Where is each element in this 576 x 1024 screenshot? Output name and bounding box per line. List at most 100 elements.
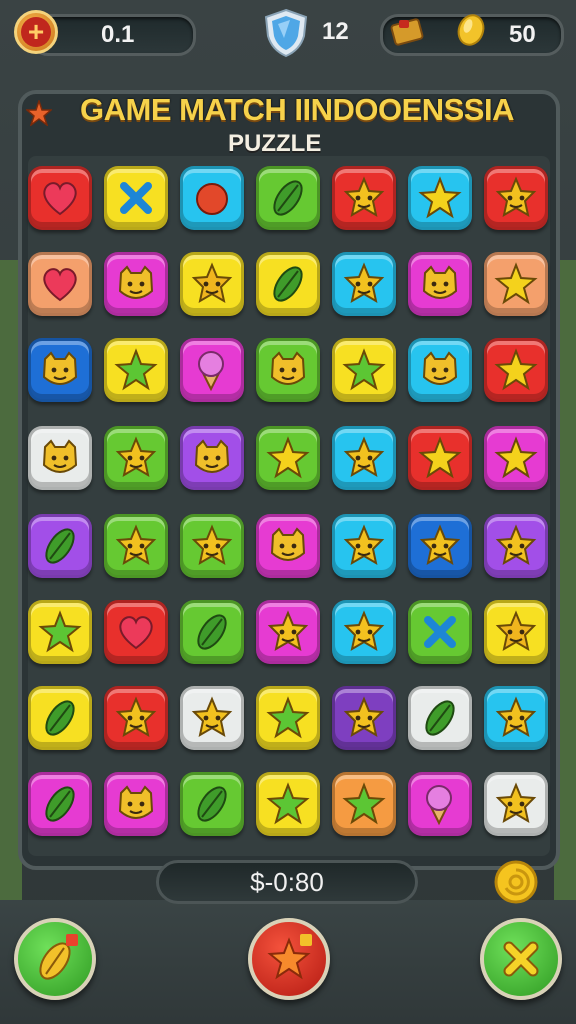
tile-leaf[interactable]	[256, 166, 320, 230]
star-face-icon	[341, 261, 387, 307]
star-icon	[265, 781, 311, 827]
cat-face-icon	[113, 261, 159, 307]
star-icon	[265, 435, 311, 481]
tile-star[interactable]	[332, 338, 396, 402]
tile-cat-face[interactable]	[408, 252, 472, 316]
tickets-icon	[390, 18, 424, 46]
tile-star-face[interactable]	[104, 686, 168, 750]
tile-star-face[interactable]	[180, 252, 244, 316]
tile-star-face[interactable]	[332, 514, 396, 578]
cross-boost-button[interactable]	[480, 918, 562, 1000]
tile-star-face[interactable]	[180, 514, 244, 578]
x-icon	[113, 175, 159, 221]
star-face-icon	[189, 523, 235, 569]
tile-heart[interactable]	[104, 600, 168, 664]
tile-leaf[interactable]	[28, 686, 92, 750]
cross-boost-icon	[503, 941, 539, 977]
cat-face-icon	[37, 347, 83, 393]
tile-cat-face[interactable]	[28, 426, 92, 490]
tile-star-face[interactable]	[332, 600, 396, 664]
tile-star[interactable]	[256, 686, 320, 750]
tile-star-face[interactable]	[484, 772, 548, 836]
tile-cat-face[interactable]	[104, 772, 168, 836]
shield-icon	[264, 8, 308, 58]
tile-star-face[interactable]	[484, 686, 548, 750]
star-face-icon	[113, 523, 159, 569]
add-button[interactable]: +	[14, 10, 58, 54]
tile-star-face[interactable]	[484, 600, 548, 664]
tile-star-face[interactable]	[180, 686, 244, 750]
tile-star-face[interactable]	[484, 166, 548, 230]
leaf-icon	[265, 261, 311, 307]
cat-face-icon	[417, 347, 463, 393]
tile-star-face[interactable]	[104, 426, 168, 490]
star-icon	[341, 347, 387, 393]
tile-star-face[interactable]	[104, 514, 168, 578]
tile-leaf[interactable]	[256, 252, 320, 316]
star-icon	[493, 347, 539, 393]
star-face-icon	[417, 523, 463, 569]
tile-cat-face[interactable]	[256, 338, 320, 402]
star-face-icon	[341, 609, 387, 655]
star-face-icon	[493, 609, 539, 655]
leaf-icon	[417, 695, 463, 741]
tile-heart[interactable]	[28, 166, 92, 230]
icecream-icon	[189, 347, 235, 393]
tile-heart[interactable]	[28, 252, 92, 316]
tile-leaf[interactable]	[28, 772, 92, 836]
game-title: GAME MATCH IINDOOENSSIA	[80, 92, 515, 127]
tile-star[interactable]	[256, 426, 320, 490]
tile-star[interactable]	[484, 338, 548, 402]
plus-icon: +	[21, 17, 51, 47]
star-icon	[113, 347, 159, 393]
tile-star[interactable]	[408, 166, 472, 230]
tile-star-face[interactable]	[332, 686, 396, 750]
star-face-icon	[493, 781, 539, 827]
tile-cat-face[interactable]	[408, 338, 472, 402]
tile-cat-face[interactable]	[104, 252, 168, 316]
star-icon	[341, 781, 387, 827]
score-display: $-0:80	[156, 860, 418, 904]
x-icon	[417, 609, 463, 655]
tile-cat-face[interactable]	[28, 338, 92, 402]
tile-star[interactable]	[484, 426, 548, 490]
tile-star-face[interactable]	[332, 166, 396, 230]
star-face-icon	[341, 435, 387, 481]
tile-icecream[interactable]	[180, 338, 244, 402]
star-boost-button[interactable]	[248, 918, 330, 1000]
leaf-icon	[189, 781, 235, 827]
leaf-icon	[265, 175, 311, 221]
tile-leaf[interactable]	[28, 514, 92, 578]
top-bar: 0.1 + 12 50	[0, 0, 576, 74]
tile-leaf[interactable]	[180, 600, 244, 664]
gold-coin-icon[interactable]	[492, 858, 540, 906]
tile-star[interactable]	[332, 772, 396, 836]
star-face-icon	[341, 695, 387, 741]
tile-star[interactable]	[484, 252, 548, 316]
tile-star[interactable]	[28, 600, 92, 664]
tile-star-face[interactable]	[484, 514, 548, 578]
tile-x[interactable]	[408, 600, 472, 664]
tile-blob[interactable]	[180, 166, 244, 230]
tile-star-face[interactable]	[332, 426, 396, 490]
blob-icon	[189, 175, 235, 221]
tile-star-face[interactable]	[256, 600, 320, 664]
tile-x[interactable]	[104, 166, 168, 230]
tile-star-face[interactable]	[408, 514, 472, 578]
tile-cat-face[interactable]	[256, 514, 320, 578]
tile-star[interactable]	[408, 426, 472, 490]
tile-icecream[interactable]	[408, 772, 472, 836]
tile-star[interactable]	[104, 338, 168, 402]
cat-face-icon	[265, 347, 311, 393]
tile-cat-face[interactable]	[180, 426, 244, 490]
tile-leaf[interactable]	[408, 686, 472, 750]
star-face-icon	[493, 175, 539, 221]
leaf-icon	[189, 609, 235, 655]
cat-face-icon	[37, 435, 83, 481]
cat-face-icon	[189, 435, 235, 481]
tile-star-face[interactable]	[332, 252, 396, 316]
tile-star[interactable]	[256, 772, 320, 836]
leaf-boost-button[interactable]	[14, 918, 96, 1000]
star-face-icon	[113, 435, 159, 481]
tile-leaf[interactable]	[180, 772, 244, 836]
